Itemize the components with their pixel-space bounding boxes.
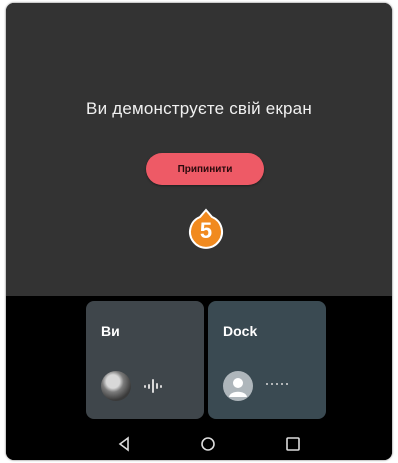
participant-tile-dock[interactable]: Dock	[208, 301, 326, 419]
back-icon[interactable]	[114, 434, 134, 454]
participant-name: Dock	[223, 323, 258, 339]
participant-tiles: Ви Dock	[6, 296, 392, 426]
participant-name: Ви	[101, 323, 120, 339]
navigation-bar	[6, 426, 392, 460]
screen-share-panel: Ви демонструєте свій екран Припинити 5	[6, 3, 392, 296]
step-number: 5	[199, 218, 213, 243]
audio-waveform-icon	[144, 375, 162, 397]
phone-screen: Ви демонструєте свій екран Припинити 5 В…	[6, 3, 392, 460]
dots-icon	[266, 383, 288, 385]
stop-sharing-button[interactable]: Припинити	[146, 153, 264, 185]
home-icon[interactable]	[198, 434, 218, 454]
avatar	[101, 371, 131, 401]
step-badge: 5	[184, 208, 228, 252]
default-person-icon	[223, 371, 253, 401]
screen-share-message: Ви демонструєте свій екран	[86, 99, 312, 118]
participant-tile-me[interactable]: Ви	[86, 301, 204, 419]
recents-icon[interactable]	[283, 434, 303, 454]
